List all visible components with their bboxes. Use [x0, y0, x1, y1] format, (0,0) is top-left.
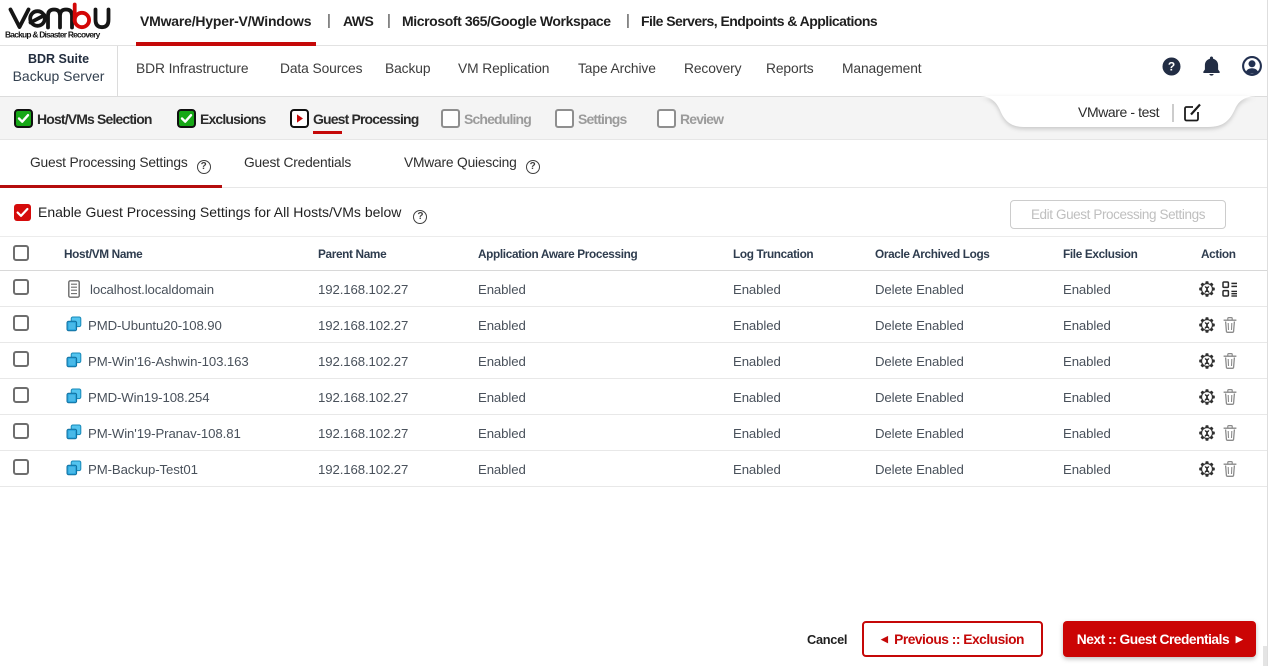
svg-text:?: ?: [1168, 60, 1175, 74]
svg-text:Backup & Disaster Recovery: Backup & Disaster Recovery: [5, 30, 101, 40]
svg-text:VMware - test: VMware - test: [1078, 104, 1160, 120]
